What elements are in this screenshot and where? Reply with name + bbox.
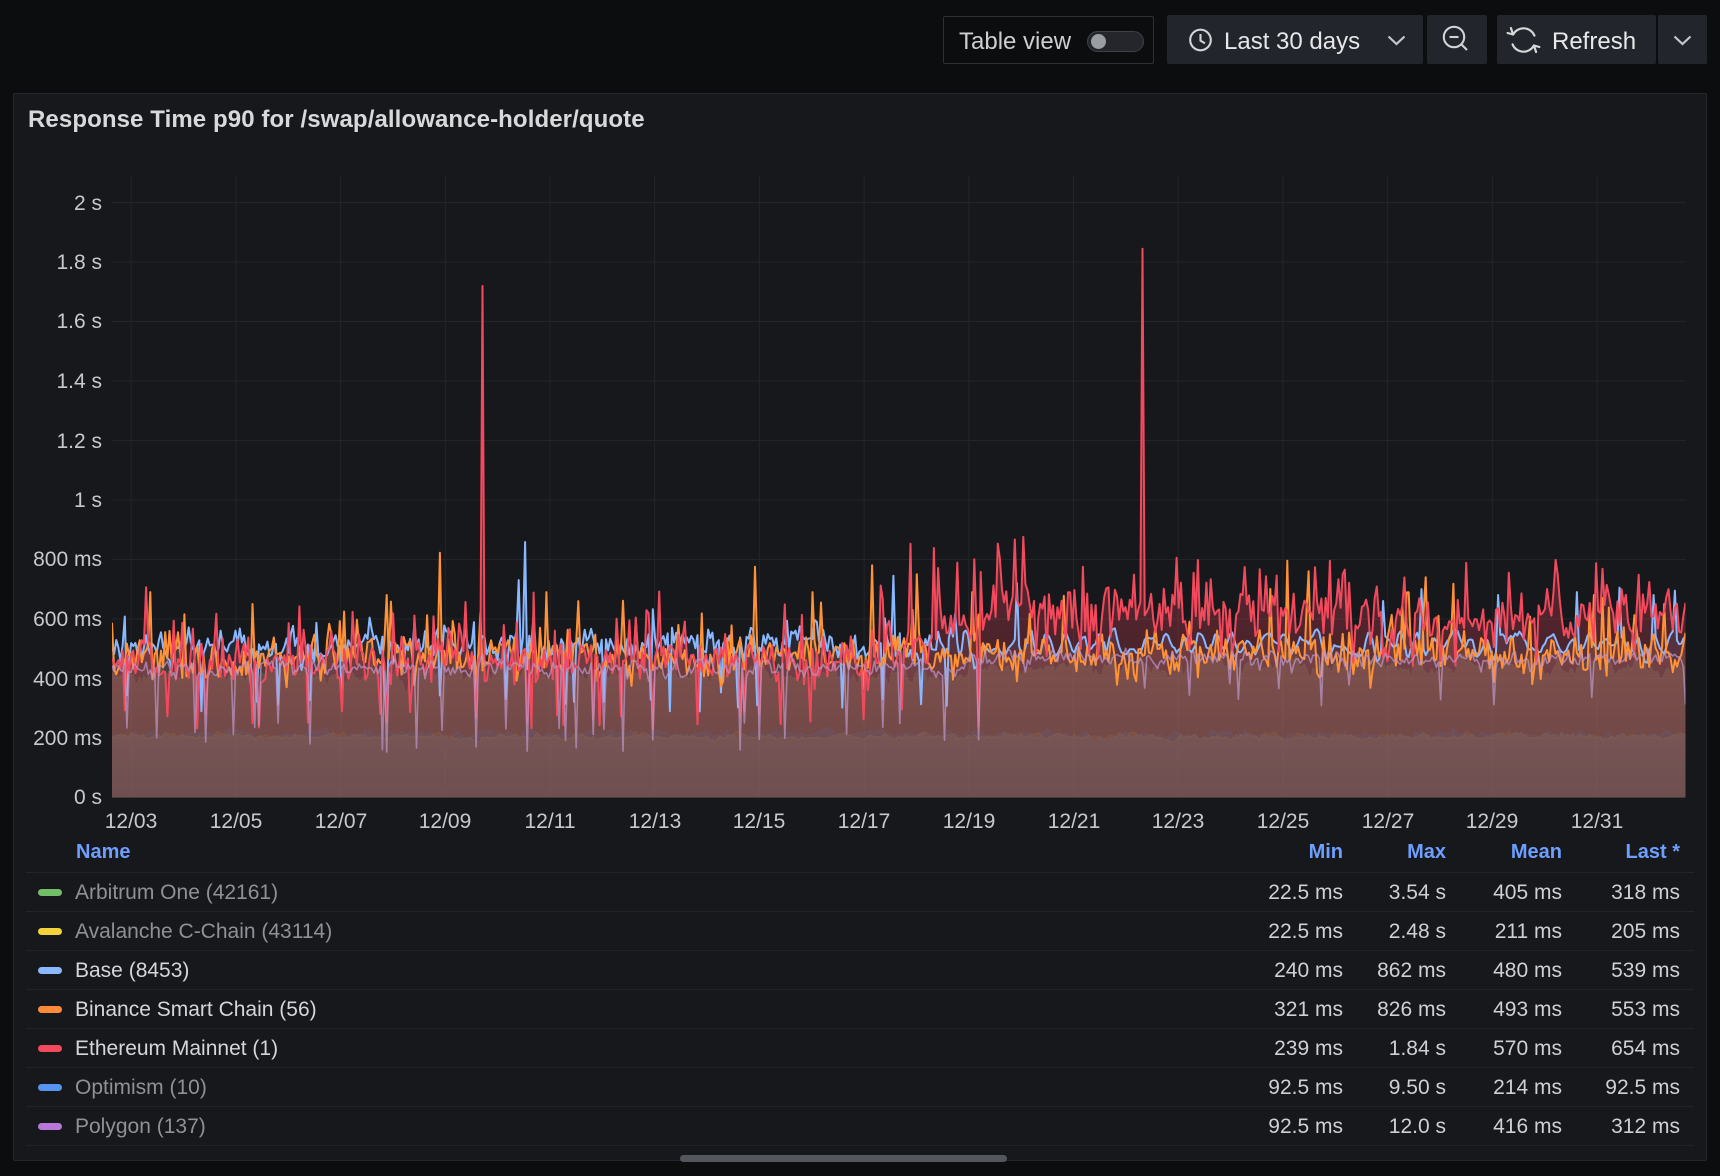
svg-text:Refresh: Refresh <box>1552 28 1636 55</box>
svg-text:Last 30 days: Last 30 days <box>1224 28 1360 55</box>
